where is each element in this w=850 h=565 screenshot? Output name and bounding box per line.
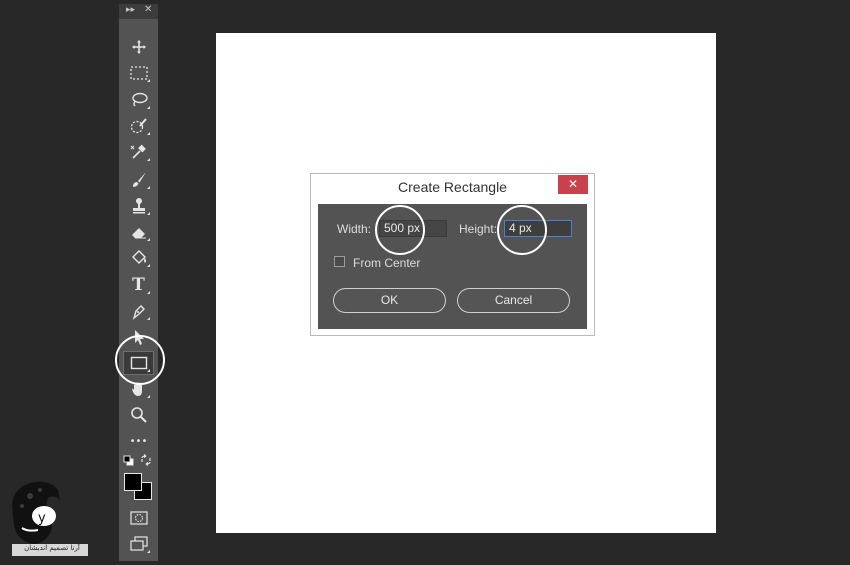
brush-icon xyxy=(132,172,146,187)
default-colors-icon[interactable] xyxy=(123,455,134,466)
more-tools-button[interactable]: ••• xyxy=(124,430,153,452)
foreground-color-swatch[interactable] xyxy=(124,473,142,491)
quick-mask-icon xyxy=(129,511,148,525)
paint-bucket-tool[interactable] xyxy=(124,247,153,269)
width-label: Width: xyxy=(337,222,372,236)
clone-stamp-icon xyxy=(132,198,145,214)
pen-tool[interactable] xyxy=(124,300,153,322)
cancel-button[interactable]: Cancel xyxy=(457,288,570,313)
svg-text:y: y xyxy=(38,511,46,526)
eraser-tool[interactable] xyxy=(124,221,153,243)
quick-selection-tool[interactable] xyxy=(124,115,153,137)
rectangle-tool-highlight-circle xyxy=(115,335,165,385)
dialog-body: Width: 500 px Height: 4 px From Center O… xyxy=(318,204,587,329)
ok-button[interactable]: OK xyxy=(333,288,446,313)
close-icon: ✕ xyxy=(567,177,579,191)
screen-mode-icon xyxy=(129,536,148,551)
screen-mode-button[interactable] xyxy=(124,533,153,555)
dialog-close-button[interactable]: ✕ xyxy=(558,175,588,194)
more-tools-icon: ••• xyxy=(129,435,148,447)
swap-colors-icon[interactable] xyxy=(140,454,152,466)
eyedropper-tool[interactable] xyxy=(124,141,153,163)
rectangular-marquee-tool[interactable] xyxy=(124,62,153,84)
from-center-checkbox[interactable] xyxy=(334,256,345,267)
zoom-tool[interactable] xyxy=(124,404,153,426)
create-rectangle-dialog: Create Rectangle ✕ Width: 500 px Height:… xyxy=(310,173,595,336)
watermark-caption: آرتا تصمیم اندیشان xyxy=(24,544,80,552)
width-field-highlight-circle xyxy=(375,205,425,255)
dialog-title: Create Rectangle xyxy=(398,179,507,195)
quick-selection-icon xyxy=(130,118,147,134)
tools-panel-header[interactable]: ▸▸ ✕ xyxy=(119,4,158,19)
type-tool[interactable]: T xyxy=(124,274,153,296)
type-icon: T xyxy=(132,275,145,295)
brush-tool[interactable] xyxy=(124,169,153,191)
lasso-tool[interactable] xyxy=(124,89,153,111)
height-field-highlight-circle xyxy=(497,205,547,255)
height-label: Height: xyxy=(459,222,498,236)
tools-panel: ▸▸ ✕ T ••• xyxy=(119,4,158,561)
move-icon xyxy=(131,40,146,54)
eraser-icon xyxy=(131,228,146,239)
foreground-background-color-icon[interactable] xyxy=(123,472,153,500)
move-tool[interactable] xyxy=(124,36,153,58)
collapse-panel-icon[interactable]: ▸▸ xyxy=(126,5,135,15)
rectangular-marquee-icon xyxy=(129,66,148,80)
lasso-icon xyxy=(131,92,148,107)
close-panel-icon[interactable]: ✕ xyxy=(144,4,152,15)
pen-icon xyxy=(132,305,145,320)
watermark-logo: y آرتا تصمیم اندیشان xyxy=(4,470,90,560)
quick-mask-button[interactable] xyxy=(124,507,153,529)
zoom-icon xyxy=(130,407,147,423)
paint-bucket-icon xyxy=(131,250,146,264)
eyedropper-icon xyxy=(130,144,146,159)
clone-stamp-tool[interactable] xyxy=(124,195,153,217)
from-center-label[interactable]: From Center xyxy=(353,256,420,270)
